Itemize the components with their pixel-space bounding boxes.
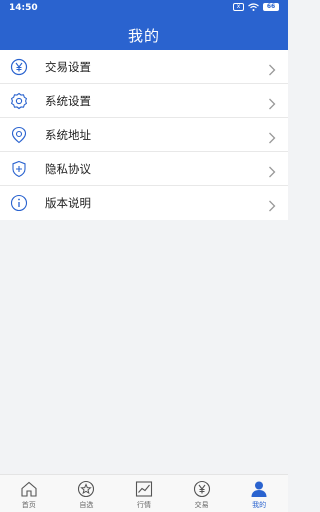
tab-watchlist[interactable]: 自选 (58, 475, 116, 512)
tab-home[interactable]: 首页 (0, 475, 58, 512)
menu-item-privacy-policy[interactable]: 隐私协议 (0, 152, 288, 186)
page-title: 我的 (127, 27, 160, 45)
menu-item-trade-settings[interactable]: 交易设置 (0, 50, 288, 84)
tab-mine[interactable]: 我的 (230, 475, 288, 512)
star-circle-icon (77, 480, 95, 498)
tab-label: 我的 (252, 501, 267, 509)
menu-item-label: 版本说明 (45, 196, 91, 210)
sim-icon: x (233, 3, 244, 11)
bottom-tab-bar: 首页 自选 行情 交易 我的 (0, 474, 288, 512)
settings-menu: 交易设置 系统设置 系统地址 隐私协议 版本说明 (0, 50, 288, 220)
tab-label: 交易 (194, 501, 209, 509)
tab-market[interactable]: 行情 (115, 475, 173, 512)
menu-item-label: 交易设置 (45, 60, 91, 74)
tab-label: 行情 (136, 501, 151, 509)
chevron-right-icon (268, 197, 276, 212)
tab-trade[interactable]: 交易 (173, 475, 231, 512)
user-icon (250, 480, 268, 498)
location-icon (10, 126, 28, 144)
status-icons: x 66 (233, 3, 279, 11)
yen-circle-icon (10, 58, 28, 76)
tab-label: 首页 (21, 501, 36, 509)
info-icon (10, 194, 28, 212)
battery-icon: 66 (263, 3, 279, 11)
gear-icon (10, 92, 28, 110)
chevron-right-icon (268, 61, 276, 76)
tab-label: 自选 (79, 501, 94, 509)
menu-item-label: 系统设置 (45, 94, 91, 108)
menu-item-label: 隐私协议 (45, 162, 91, 176)
status-bar: 14:50 x 66 (0, 0, 288, 17)
menu-item-label: 系统地址 (45, 128, 91, 142)
chart-icon (135, 480, 153, 498)
menu-item-system-settings[interactable]: 系统设置 (0, 84, 288, 118)
app-header: 14:50 x 66 我的 (0, 0, 288, 50)
wifi-icon (248, 3, 259, 11)
home-icon (20, 480, 38, 498)
chevron-right-icon (268, 95, 276, 110)
chevron-right-icon (268, 163, 276, 178)
shield-plus-icon (10, 160, 28, 178)
status-time: 14:50 (9, 3, 38, 13)
yen-circle-icon (193, 480, 211, 498)
menu-item-system-address[interactable]: 系统地址 (0, 118, 288, 152)
menu-item-version-notes[interactable]: 版本说明 (0, 186, 288, 220)
chevron-right-icon (268, 129, 276, 144)
